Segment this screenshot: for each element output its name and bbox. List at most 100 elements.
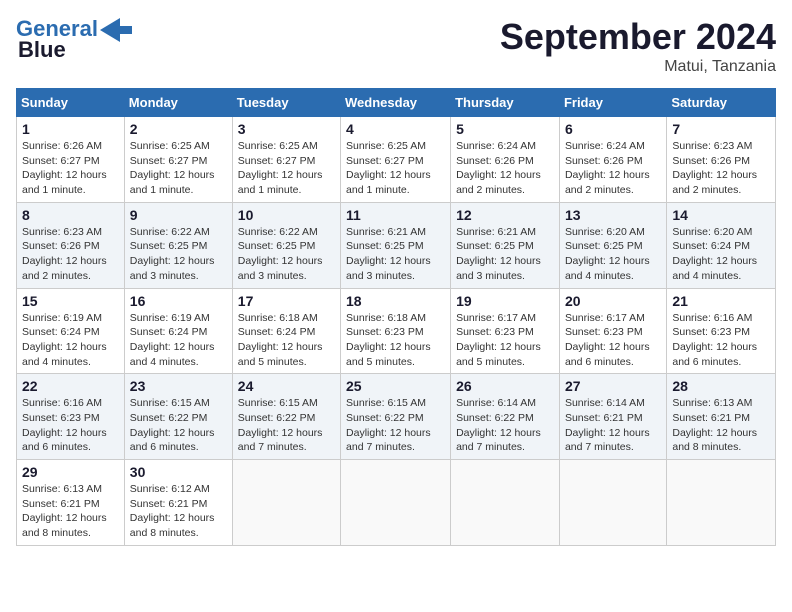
calendar-cell: 4 Sunrise: 6:25 AM Sunset: 6:27 PM Daylig… [341, 117, 451, 203]
day-info: Sunrise: 6:18 AM Sunset: 6:23 PM Dayligh… [346, 311, 445, 370]
day-number: 3 [238, 121, 335, 137]
calendar-week-row: 15 Sunrise: 6:19 AM Sunset: 6:24 PM Dayli… [17, 288, 776, 374]
calendar-cell: 21 Sunrise: 6:16 AM Sunset: 6:23 PM Dayli… [667, 288, 776, 374]
calendar-cell: 6 Sunrise: 6:24 AM Sunset: 6:26 PM Daylig… [559, 117, 666, 203]
calendar-week-row: 1 Sunrise: 6:26 AM Sunset: 6:27 PM Daylig… [17, 117, 776, 203]
weekday-header-thursday: Thursday [451, 89, 560, 117]
weekday-header-friday: Friday [559, 89, 666, 117]
calendar-cell: 27 Sunrise: 6:14 AM Sunset: 6:21 PM Dayli… [559, 374, 666, 460]
calendar-cell: 11Sunrise: 6:21 AM Sunset: 6:25 PM Dayli… [341, 202, 451, 288]
calendar-cell: 7 Sunrise: 6:23 AM Sunset: 6:26 PM Daylig… [667, 117, 776, 203]
day-info: Sunrise: 6:14 AM Sunset: 6:21 PM Dayligh… [565, 396, 661, 455]
day-info: Sunrise: 6:15 AM Sunset: 6:22 PM Dayligh… [346, 396, 445, 455]
day-number: 2 [130, 121, 227, 137]
day-number: 23 [130, 378, 227, 394]
day-info: Sunrise: 6:26 AM Sunset: 6:27 PM Dayligh… [22, 139, 119, 198]
day-number: 7 [672, 121, 770, 137]
day-number: 22 [22, 378, 119, 394]
weekday-header-tuesday: Tuesday [232, 89, 340, 117]
day-info: Sunrise: 6:21 AM Sunset: 6:25 PM Dayligh… [346, 225, 445, 284]
day-info: Sunrise: 6:13 AM Sunset: 6:21 PM Dayligh… [672, 396, 770, 455]
day-info: Sunrise: 6:13 AM Sunset: 6:21 PM Dayligh… [22, 482, 119, 541]
calendar-cell: 17Sunrise: 6:18 AM Sunset: 6:24 PM Dayli… [232, 288, 340, 374]
day-info: Sunrise: 6:22 AM Sunset: 6:25 PM Dayligh… [130, 225, 227, 284]
calendar-cell: 8Sunrise: 6:23 AM Sunset: 6:26 PM Daylig… [17, 202, 125, 288]
calendar-cell: 13 Sunrise: 6:20 AM Sunset: 6:25 PM Dayli… [559, 202, 666, 288]
day-info: Sunrise: 6:18 AM Sunset: 6:24 PM Dayligh… [238, 311, 335, 370]
day-number: 12 [456, 207, 554, 223]
logo-icon [100, 18, 132, 42]
day-number: 30 [130, 464, 227, 480]
day-number: 9 [130, 207, 227, 223]
day-info: Sunrise: 6:19 AM Sunset: 6:24 PM Dayligh… [22, 311, 119, 370]
month-title: September 2024 [500, 16, 776, 58]
day-number: 10 [238, 207, 335, 223]
day-info: Sunrise: 6:20 AM Sunset: 6:24 PM Dayligh… [672, 225, 770, 284]
calendar-week-row: 8Sunrise: 6:23 AM Sunset: 6:26 PM Daylig… [17, 202, 776, 288]
day-number: 21 [672, 293, 770, 309]
day-number: 14 [672, 207, 770, 223]
calendar-cell [341, 460, 451, 546]
calendar-cell: 22 Sunrise: 6:16 AM Sunset: 6:23 PM Dayli… [17, 374, 125, 460]
calendar-cell: 9 Sunrise: 6:22 AM Sunset: 6:25 PM Daylig… [124, 202, 232, 288]
day-info: Sunrise: 6:25 AM Sunset: 6:27 PM Dayligh… [238, 139, 335, 198]
page-header: General Blue September 2024 Matui, Tanza… [16, 16, 776, 76]
day-number: 4 [346, 121, 445, 137]
day-info: Sunrise: 6:16 AM Sunset: 6:23 PM Dayligh… [672, 311, 770, 370]
calendar-week-row: 29 Sunrise: 6:13 AM Sunset: 6:21 PM Dayli… [17, 460, 776, 546]
day-info: Sunrise: 6:20 AM Sunset: 6:25 PM Dayligh… [565, 225, 661, 284]
calendar-week-row: 22 Sunrise: 6:16 AM Sunset: 6:23 PM Dayli… [17, 374, 776, 460]
day-number: 6 [565, 121, 661, 137]
calendar-cell: 3 Sunrise: 6:25 AM Sunset: 6:27 PM Daylig… [232, 117, 340, 203]
calendar-cell: 15 Sunrise: 6:19 AM Sunset: 6:24 PM Dayli… [17, 288, 125, 374]
calendar-cell: 5Sunrise: 6:24 AM Sunset: 6:26 PM Daylig… [451, 117, 560, 203]
day-number: 18 [346, 293, 445, 309]
weekday-header-saturday: Saturday [667, 89, 776, 117]
day-info: Sunrise: 6:23 AM Sunset: 6:26 PM Dayligh… [672, 139, 770, 198]
day-number: 15 [22, 293, 119, 309]
day-info: Sunrise: 6:21 AM Sunset: 6:25 PM Dayligh… [456, 225, 554, 284]
weekday-header-wednesday: Wednesday [341, 89, 451, 117]
day-number: 1 [22, 121, 119, 137]
day-number: 25 [346, 378, 445, 394]
calendar-cell: 19 Sunrise: 6:17 AM Sunset: 6:23 PM Dayli… [451, 288, 560, 374]
day-info: Sunrise: 6:24 AM Sunset: 6:26 PM Dayligh… [565, 139, 661, 198]
calendar-cell: 12 Sunrise: 6:21 AM Sunset: 6:25 PM Dayli… [451, 202, 560, 288]
logo-text-2: Blue [16, 38, 66, 62]
calendar-cell: 2 Sunrise: 6:25 AM Sunset: 6:27 PM Daylig… [124, 117, 232, 203]
weekday-header-sunday: Sunday [17, 89, 125, 117]
day-info: Sunrise: 6:22 AM Sunset: 6:25 PM Dayligh… [238, 225, 335, 284]
location: Matui, Tanzania [500, 58, 776, 76]
day-info: Sunrise: 6:14 AM Sunset: 6:22 PM Dayligh… [456, 396, 554, 455]
day-number: 16 [130, 293, 227, 309]
day-number: 13 [565, 207, 661, 223]
calendar-cell: 28 Sunrise: 6:13 AM Sunset: 6:21 PM Dayli… [667, 374, 776, 460]
calendar-cell: 16 Sunrise: 6:19 AM Sunset: 6:24 PM Dayli… [124, 288, 232, 374]
calendar-cell: 14 Sunrise: 6:20 AM Sunset: 6:24 PM Dayli… [667, 202, 776, 288]
calendar-table: SundayMondayTuesdayWednesdayThursdayFrid… [16, 88, 776, 546]
calendar-cell: 20 Sunrise: 6:17 AM Sunset: 6:23 PM Dayli… [559, 288, 666, 374]
day-info: Sunrise: 6:25 AM Sunset: 6:27 PM Dayligh… [130, 139, 227, 198]
day-info: Sunrise: 6:17 AM Sunset: 6:23 PM Dayligh… [565, 311, 661, 370]
day-number: 27 [565, 378, 661, 394]
day-number: 28 [672, 378, 770, 394]
day-number: 20 [565, 293, 661, 309]
title-block: September 2024 Matui, Tanzania [500, 16, 776, 76]
day-info: Sunrise: 6:24 AM Sunset: 6:26 PM Dayligh… [456, 139, 554, 198]
calendar-cell: 29 Sunrise: 6:13 AM Sunset: 6:21 PM Dayli… [17, 460, 125, 546]
day-info: Sunrise: 6:17 AM Sunset: 6:23 PM Dayligh… [456, 311, 554, 370]
calendar-cell: 10 Sunrise: 6:22 AM Sunset: 6:25 PM Dayli… [232, 202, 340, 288]
day-number: 8 [22, 207, 119, 223]
calendar-cell [451, 460, 560, 546]
day-info: Sunrise: 6:16 AM Sunset: 6:23 PM Dayligh… [22, 396, 119, 455]
calendar-cell: 30Sunrise: 6:12 AM Sunset: 6:21 PM Dayli… [124, 460, 232, 546]
calendar-cell [232, 460, 340, 546]
day-info: Sunrise: 6:25 AM Sunset: 6:27 PM Dayligh… [346, 139, 445, 198]
day-info: Sunrise: 6:15 AM Sunset: 6:22 PM Dayligh… [130, 396, 227, 455]
calendar-cell: 25 Sunrise: 6:15 AM Sunset: 6:22 PM Dayli… [341, 374, 451, 460]
day-info: Sunrise: 6:19 AM Sunset: 6:24 PM Dayligh… [130, 311, 227, 370]
calendar-cell: 18 Sunrise: 6:18 AM Sunset: 6:23 PM Dayli… [341, 288, 451, 374]
calendar-cell: 26Sunrise: 6:14 AM Sunset: 6:22 PM Dayli… [451, 374, 560, 460]
day-number: 29 [22, 464, 119, 480]
day-number: 19 [456, 293, 554, 309]
